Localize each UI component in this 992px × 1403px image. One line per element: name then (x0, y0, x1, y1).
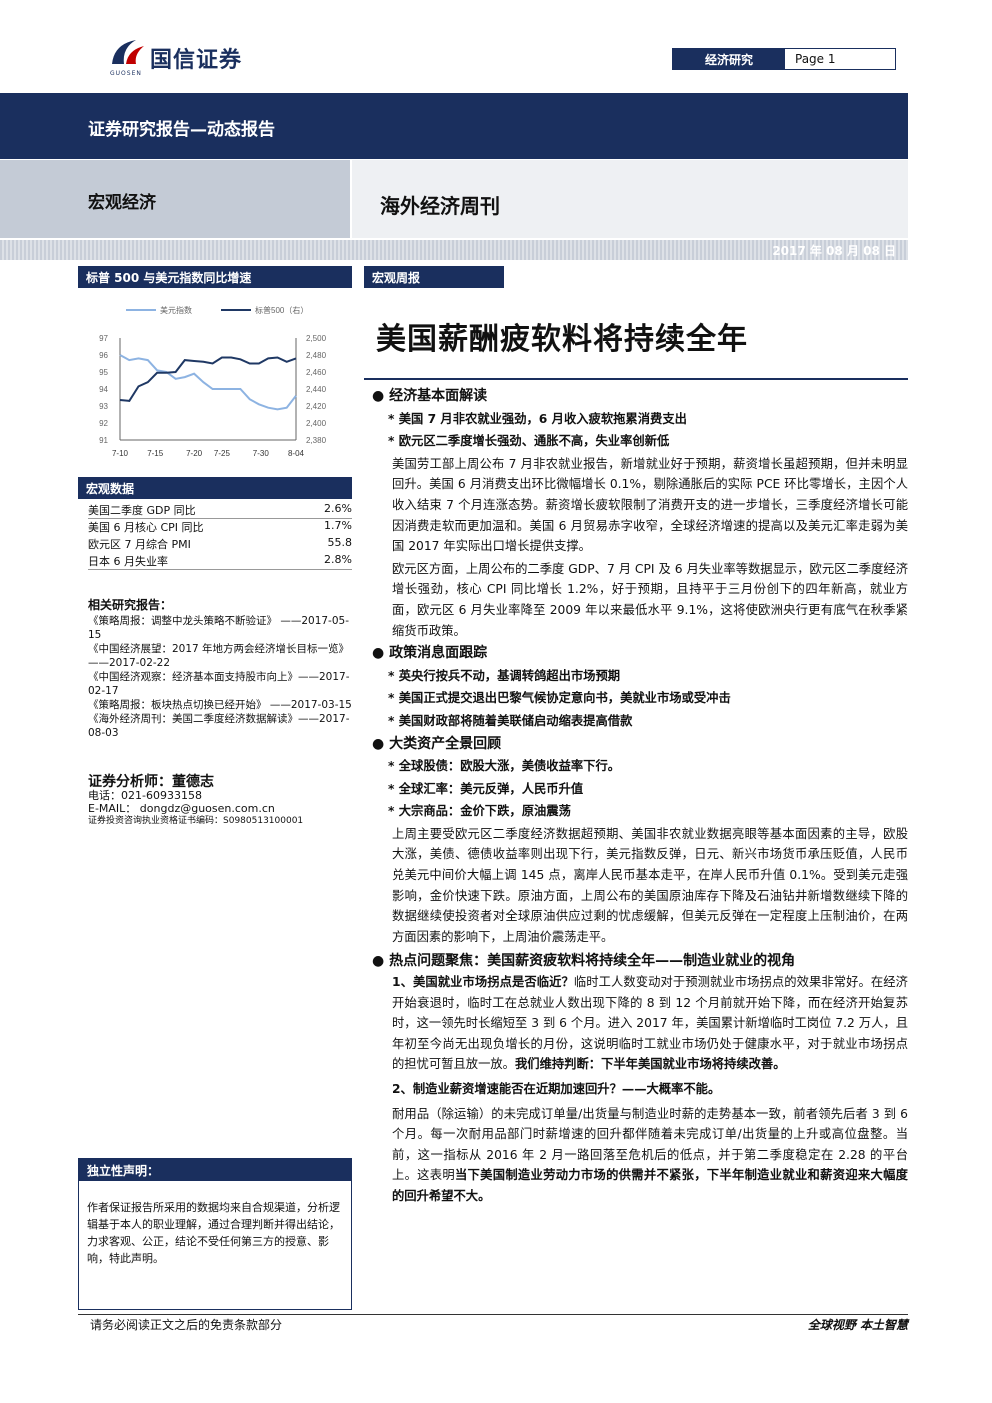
y-tick-left: 91 (99, 436, 108, 445)
header-tag: 经济研究 Page 1 (672, 48, 896, 70)
main-content: ● 经济基本面解读 * 美国 7 月非农就业强劲，6 月收入疲软拖累消费支出 *… (372, 384, 908, 1207)
macro-value: 2.6% (324, 502, 352, 515)
analyst-info: 证券分析师：董德志 电话：021-60933158 E-MAIL： dongdz… (88, 774, 352, 828)
macro-label: 欧元区 7 月综合 PMI (88, 538, 191, 551)
analyst-phone: 电话：021-60933158 (88, 789, 202, 802)
y-tick-left: 97 (99, 334, 108, 343)
y-tick-left: 96 (99, 351, 108, 360)
category-label: 宏观经济 (88, 193, 156, 213)
footer-divider (78, 1314, 908, 1315)
macro-label: 美国 6 月核心 CPI 同比 (88, 521, 204, 534)
report-tag: 宏观周报 (364, 266, 504, 288)
chart-heading: 标普 500 与美元指数同比增速 (78, 266, 352, 288)
macro-label: 日本 6 月失业率 (88, 555, 168, 568)
related-reports: 相关研究报告： 《策略周报：调整中龙头策略不断验证》 ——2017-05-15 《… (88, 598, 352, 740)
section-subpoint: * 美国正式提交退出巴黎气候协定意向书，美就业市场或受冲击 (388, 691, 731, 706)
related-heading: 相关研究报告： (88, 598, 173, 612)
brand-logo-icon (112, 40, 144, 64)
paragraph: 美国劳工部上周公布 7 月非农就业报告，新增就业好于预期，薪资增长虽超预期，但并… (392, 456, 908, 554)
section-subpoint: * 美国 7 月非农就业强劲，6 月收入疲软拖累消费支出 (388, 411, 687, 426)
x-tick: 7-15 (147, 449, 164, 458)
macro-row: 日本 6 月失业率 2.8% (88, 553, 352, 570)
related-item: 《中国经济观察：经济基本面支持股市向上》——2017-02-17 (88, 671, 350, 697)
report-type: 证券研究报告—动态报告 (88, 120, 275, 140)
y-tick-left: 93 (99, 402, 108, 411)
related-item: 《海外经济周刊：美国二季度经济数据解读》——2017-08-03 (88, 713, 350, 739)
y-tick-left: 94 (99, 385, 108, 394)
report-title: 美国薪酬疲软料将持续全年 (376, 322, 748, 357)
x-tick: 7-25 (214, 449, 231, 458)
section-heading: ● 热点问题聚焦：美国薪资疲软料将持续全年——制造业就业的视角 (372, 953, 796, 970)
series-box: 海外经济周刊 (352, 160, 908, 238)
section-heading: ● 大类资产全景回顾 (372, 735, 502, 752)
y-tick-left: 95 (99, 368, 108, 377)
analyst-email: E-MAIL： dongdz@guosen.com.cn (88, 802, 275, 815)
x-tick: 7-20 (186, 449, 203, 458)
macro-heading: 宏观数据 (78, 477, 352, 499)
footer-disclaimer: 请务必阅读正文之后的免责条款部分 (90, 1318, 283, 1332)
category-banner: 宏观经济 海外经济周刊 (0, 160, 908, 238)
macro-row: 美国 6 月核心 CPI 同比 1.7% (88, 519, 352, 535)
section-subpoint: * 全球股债：欧股大涨，美债收益率下行。 (388, 759, 621, 774)
category-box: 宏观经济 (0, 160, 350, 238)
macro-row: 美国二季度 GDP 同比 2.6% (88, 502, 352, 519)
brand-name: 国信证券 (150, 47, 243, 73)
related-item: 《中国经济展望：2017 年地方两会经济增长目标一览》 ——2017-02-22 (88, 643, 350, 669)
related-item: 《策略周报：调整中龙头策略不断验证》 ——2017-05-15 (88, 615, 349, 641)
independence-heading: 独立性声明： (79, 1159, 351, 1181)
paragraph: 耐用品（除运输）的未完成订单量/出货量与制造业时薪的走势基本一致，前者领先后者 … (392, 1106, 908, 1203)
analyst-cert: 证券投资咨询执业资格证书编码：S0980513100001 (88, 816, 304, 826)
section-subpoint: * 全球汇率：美元反弹，人民币升值 (388, 781, 584, 796)
related-item: 《策略周报：板块热点切换已经开始》 ——2017-03-15 (88, 699, 352, 711)
x-tick: 7-10 (112, 449, 129, 458)
y-tick-left: 92 (99, 419, 108, 428)
y-tick-right: 2,460 (306, 368, 327, 377)
y-tick-right: 2,480 (306, 351, 327, 360)
y-tick-right: 2,380 (306, 436, 327, 445)
series-line-2 (119, 356, 297, 402)
y-tick-right: 2,440 (306, 385, 327, 394)
x-tick: 7-30 (253, 449, 270, 458)
macro-value: 1.7% (324, 519, 352, 532)
title-divider (364, 378, 908, 380)
y-tick-right: 2,420 (306, 402, 327, 411)
page-label: Page 1 (795, 52, 836, 66)
index-chart: 97 96 95 94 93 92 91 2,500 2,480 2,460 2,440 2,420 2… (99, 305, 327, 458)
paragraph: 欧元区方面，上周公布的二季度 GDP、7 月 CPI 及 6 月失业率等数据显示… (392, 561, 908, 638)
analyst-heading: 证券分析师：董德志 (88, 774, 214, 790)
report-date: 2017 年 08 月 08 日 (772, 244, 896, 258)
date-bar: 2017 年 08 月 08 日 (0, 240, 908, 260)
paragraph: 1、美国就业市场拐点是否临近？临时工人数变动对于预测就业市场拐点的效果非常好。在… (392, 975, 908, 1072)
report-type-banner: 证券研究报告—动态报告 (0, 93, 908, 159)
section-subpoint: * 英央行按兵不动，基调转鸽超出市场预期 (388, 668, 621, 683)
independence-box: 独立性声明： 作者保证报告所采用的数据均来自合规渠道，分析逻辑基于本人的职业理解… (78, 1158, 352, 1310)
section-subpoint: * 大宗商品：金价下跌，原油震荡 (388, 804, 571, 819)
paragraph: 上周主要受欧元区二季度经济数据超预期、美国非农就业数据亮眼等基本面因素的主导，欧… (392, 826, 908, 944)
section-heading: ● 经济基本面解读 (372, 388, 488, 404)
y-tick-right: 2,400 (306, 419, 327, 428)
macro-label: 美国二季度 GDP 同比 (88, 504, 196, 517)
x-tick: 8-04 (288, 449, 305, 458)
y-tick-right: 2,500 (306, 334, 327, 343)
independence-text: 作者保证报告所采用的数据均来自合规渠道，分析逻辑基于本人的职业理解，通过合理判断… (87, 1201, 340, 1265)
brand-sub: GUOSEN (110, 70, 142, 77)
macro-value: 2.8% (324, 553, 352, 566)
question-heading: 2、制造业薪资增速能否在近期加速回升？——大概率不能。 (392, 1082, 721, 1096)
macro-row: 欧元区 7 月综合 PMI 55.8 (88, 536, 352, 552)
related-list: 《策略周报：调整中龙头策略不断验证》 ——2017-05-15 《中国经济展望：2… (88, 614, 352, 740)
section-tag: 经济研究 (673, 49, 785, 69)
macro-value: 55.8 (327, 536, 353, 549)
footer-slogan: 全球视野 本土智慧 (807, 1318, 908, 1332)
series-title: 海外经济周刊 (380, 194, 500, 218)
legend-label-1: 美元指数 (160, 305, 192, 315)
legend-label-2: 标普500（右） (255, 305, 308, 315)
section-heading: ● 政策消息面跟踪 (372, 645, 488, 662)
section-subpoint: * 美国财政部将随着美联储启动缩表提高借款 (388, 713, 633, 728)
section-subpoint: * 欧元区二季度增长强劲、通胀不高，失业率创新低 (388, 434, 670, 449)
